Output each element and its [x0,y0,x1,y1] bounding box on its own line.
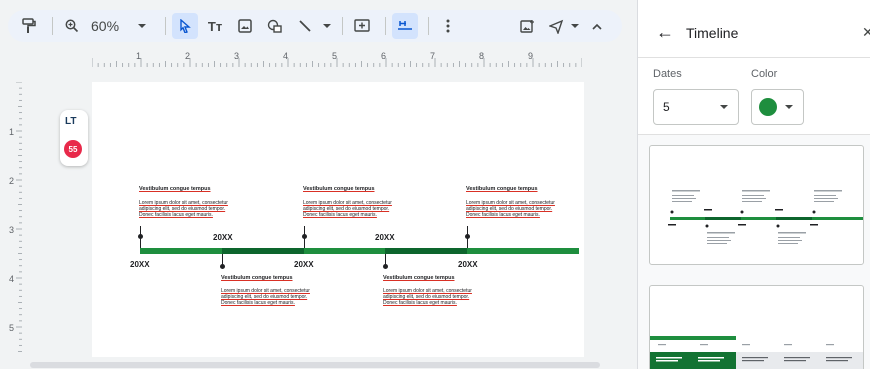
dates-label: Dates [653,68,682,80]
dates-dropdown[interactable]: 5 [653,89,739,125]
timeline-dot [383,264,388,269]
error-count-badge[interactable]: 55 [64,140,82,158]
add-comment-icon[interactable] [349,13,375,39]
template-list [638,134,870,369]
horizontal-ruler: 1 2 3 4 5 6 7 8 9 [91,51,583,68]
vertical-ruler-ticks [16,81,22,352]
panel-title: Timeline [686,25,739,41]
line-dropdown-icon[interactable] [322,13,332,39]
timeline-dot [302,234,307,239]
event-body: Lorem ipsum dolor sit amet, consectetur … [466,200,555,219]
editing-mode-icon[interactable] [544,13,570,39]
ruler-number: 3 [234,51,240,61]
timeline-dot [465,234,470,239]
document-page[interactable] [92,82,584,357]
toolbar-right-group [514,13,614,39]
vertical-ruler: 1 2 3 4 5 [6,81,22,357]
toolbar-divider [428,17,430,35]
timeline-bar-segment [140,248,222,254]
ruler-number: 5 [332,51,338,61]
timeline-side-panel: ← Timeline ✕ Dates 5 Color [637,0,870,369]
toolbar-divider [52,17,53,35]
insert-image-icon[interactable] [514,13,540,39]
close-icon[interactable]: ✕ [862,24,870,41]
event-body: Lorem ipsum dolor sit amet, consectetur … [303,200,392,219]
color-label: Color [751,68,778,80]
ruler-number: 9 [528,51,534,61]
event-body: Lorem ipsum dolor sit amet, consectetur … [139,200,228,219]
ruler-number: 7 [430,51,436,61]
ruler-number: 1 [136,51,142,61]
toolbar-divider [342,17,344,35]
app-root: 60% Tт 1 2 3 4 5 6 7 8 9 1 2 3 4 5 LT 55… [0,0,870,369]
event-title: Vestibulum congue tempus [303,186,375,192]
event-title: Vestibulum congue tempus [466,186,538,192]
template-preview [650,336,863,369]
chevron-down-icon [785,105,793,109]
date-label: 20XX [130,260,150,269]
event-body: Lorem ipsum dolor sit amet, consectetur … [383,288,472,307]
text-box-icon[interactable]: Tт [202,13,228,39]
timeline-template-alternating[interactable] [649,145,864,265]
ruler-number: 4 [9,274,15,284]
toolbar: 60% Tт [8,10,622,42]
shape-icon[interactable] [262,13,288,39]
panel-header: ← Timeline ✕ [638,0,870,58]
date-label: 20XX [375,233,395,242]
toolbar-divider [385,17,387,35]
languagetool-logo: LT [65,116,77,127]
zoom-value[interactable]: 60% [91,18,119,34]
event-title: Vestibulum congue tempus [139,186,211,192]
ruler-number: 8 [479,51,485,61]
back-arrow-icon[interactable]: ← [656,22,674,43]
toolbar-divider [165,17,167,35]
timeline-bar-segment [385,248,467,254]
image-icon[interactable] [232,13,258,39]
timeline-template-table[interactable] [649,285,864,369]
ruler-number: 2 [9,176,15,186]
ruler-number: 2 [185,51,191,61]
event-title: Vestibulum congue tempus [221,275,293,281]
color-swatch [759,98,777,116]
horizontal-scrollbar[interactable] [30,362,600,368]
ruler-number: 4 [283,51,289,61]
timeline-bar-segment [467,248,579,254]
editing-mode-dropdown-icon[interactable] [570,13,580,39]
languagetool-widget[interactable]: LT 55 [60,110,88,166]
event-body: Lorem ipsum dolor sit amet, consectetur … [221,288,310,307]
template-preview [668,190,863,244]
paint-format-icon[interactable] [16,13,42,39]
timeline-bar-segment [304,248,385,254]
date-label: 20XX [458,260,478,269]
zoom-dropdown-icon[interactable] [129,13,155,39]
ruler-number: 3 [9,225,15,235]
ruler-number: 1 [9,127,15,137]
date-label: 20XX [213,233,233,242]
more-options-icon[interactable] [435,13,461,39]
zoom-icon[interactable] [59,13,85,39]
date-label: 20XX [294,260,314,269]
event-title: Vestibulum congue tempus [383,275,455,281]
select-cursor-icon[interactable] [172,13,199,39]
wave-underline-icon [65,128,83,131]
timeline-dot [220,264,225,269]
ruler-number: 5 [9,323,15,333]
timeline-dot [138,234,143,239]
color-dropdown[interactable] [751,89,804,125]
timeline-icon[interactable] [392,13,419,39]
collapse-toolbar-icon[interactable] [584,13,610,39]
ruler-number: 6 [381,51,387,61]
timeline-bar-segment [222,248,304,254]
line-icon[interactable] [292,13,318,39]
dates-value: 5 [663,100,670,114]
chevron-down-icon [720,105,728,109]
